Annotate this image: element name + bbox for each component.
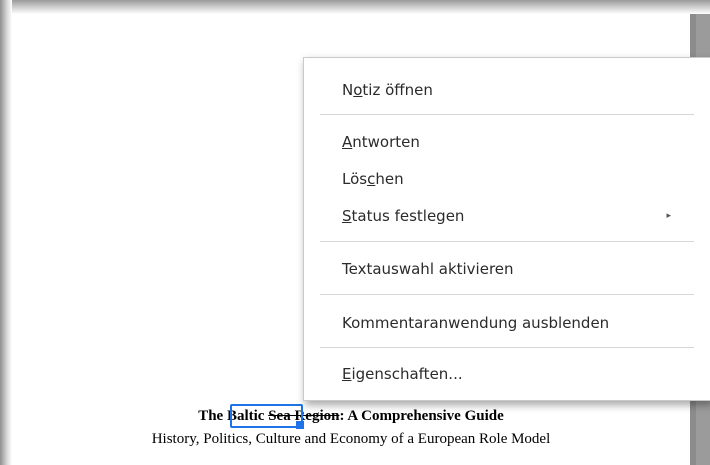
menu-label-part: tatus festlegen [351, 207, 465, 225]
annotation-resize-handle[interactable] [296, 421, 304, 429]
menu-label-part: igenschaften... [351, 365, 463, 383]
top-edge-shadow [0, 0, 710, 14]
menu-separator [320, 347, 694, 348]
chevron-right-icon: ▸ [666, 211, 671, 221]
menu-item-properties[interactable]: Eigenschaften... [304, 358, 710, 390]
left-edge-shadow [0, 0, 12, 465]
menu-item-open-note[interactable]: Notiz öffnen [304, 74, 710, 106]
menu-item-hide-comments[interactable]: Kommentaranwendung ausblenden [304, 307, 710, 339]
menu-label-part: N [342, 81, 354, 99]
menu-label-part: Textauswahl aktivieren [342, 260, 514, 278]
menu-label-part: Kommentaranwendung ausblenden [342, 314, 610, 332]
menu-label-part: Lös [342, 170, 368, 188]
document-title: The Baltic Sea Region: A Comprehensive G… [12, 408, 690, 425]
menu-item-delete[interactable]: Löschen [304, 163, 710, 195]
annotation-context-menu: Notiz öffnen Antworten Löschen Status fe… [303, 57, 710, 401]
menu-separator [320, 114, 694, 115]
menu-label-part: hen [375, 170, 404, 188]
menu-accelerator: S [342, 207, 352, 225]
menu-accelerator: A [342, 133, 353, 151]
menu-separator [320, 294, 694, 295]
menu-item-set-status[interactable]: Status festlegen ▸ [304, 200, 710, 232]
menu-label-part: tiz öffnen [362, 81, 433, 99]
menu-label-part: ntworten [352, 133, 420, 151]
pdf-viewer-window: The Baltic Sea Region: A Comprehensive G… [0, 0, 710, 465]
menu-item-enable-text-selection[interactable]: Textauswahl aktivieren [304, 253, 710, 285]
menu-item-reply[interactable]: Antworten [304, 126, 710, 158]
title-suffix: : A Comprehensive Guide [339, 408, 504, 424]
annotation-selection-box[interactable] [230, 404, 303, 428]
document-subtitle: History, Politics, Culture and Economy o… [151, 431, 551, 447]
menu-separator [320, 241, 694, 242]
